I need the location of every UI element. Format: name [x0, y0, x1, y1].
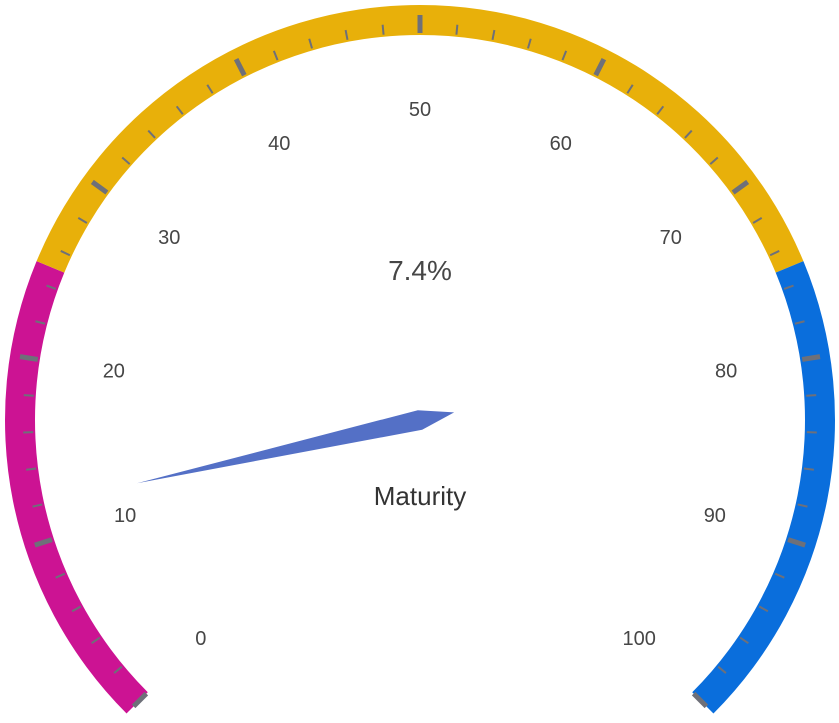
gauge-tick-label: 40 — [268, 133, 290, 155]
gauge-tick-label: 70 — [660, 227, 682, 249]
gauge-svg: 0 10 20 30 40 50 60 70 80 90 100 7.4% Maturity — [0, 0, 839, 718]
gauge-tick-label: 20 — [103, 361, 125, 383]
gauge-pointer-group — [137, 410, 454, 483]
gauge-tick-label: 50 — [409, 99, 431, 121]
gauge-tick-label: 90 — [704, 505, 726, 527]
gauge-tick-label: 100 — [623, 628, 656, 650]
gauge-band-2 — [692, 261, 835, 713]
gauge-tick-labels: 0 10 20 30 40 50 60 70 80 90 100 — [103, 99, 738, 650]
gauge-chart: 0 10 20 30 40 50 60 70 80 90 100 7.4% Maturity — [0, 0, 839, 718]
gauge-minor-tick — [26, 469, 36, 470]
gauge-major-tick — [20, 357, 38, 360]
gauge-tick-label: 10 — [114, 505, 136, 527]
gauge-minor-tick — [383, 25, 384, 35]
gauge-minor-tick — [456, 25, 457, 35]
gauge-tick-label: 0 — [195, 628, 206, 650]
gauge-minor-tick — [804, 469, 814, 470]
gauge-tick-label: 60 — [550, 133, 572, 155]
gauge-minor-tick — [24, 395, 34, 396]
gauge-tick-label: 30 — [158, 227, 180, 249]
gauge-band-1 — [37, 5, 804, 273]
gauge-title: Maturity — [374, 481, 466, 511]
gauge-tick-label: 80 — [715, 361, 737, 383]
gauge-band-0 — [5, 261, 148, 713]
gauge-detail-value: 7.4% — [388, 255, 452, 286]
gauge-pointer — [137, 410, 454, 483]
gauge-major-tick — [802, 357, 820, 360]
gauge-minor-tick — [806, 395, 816, 396]
